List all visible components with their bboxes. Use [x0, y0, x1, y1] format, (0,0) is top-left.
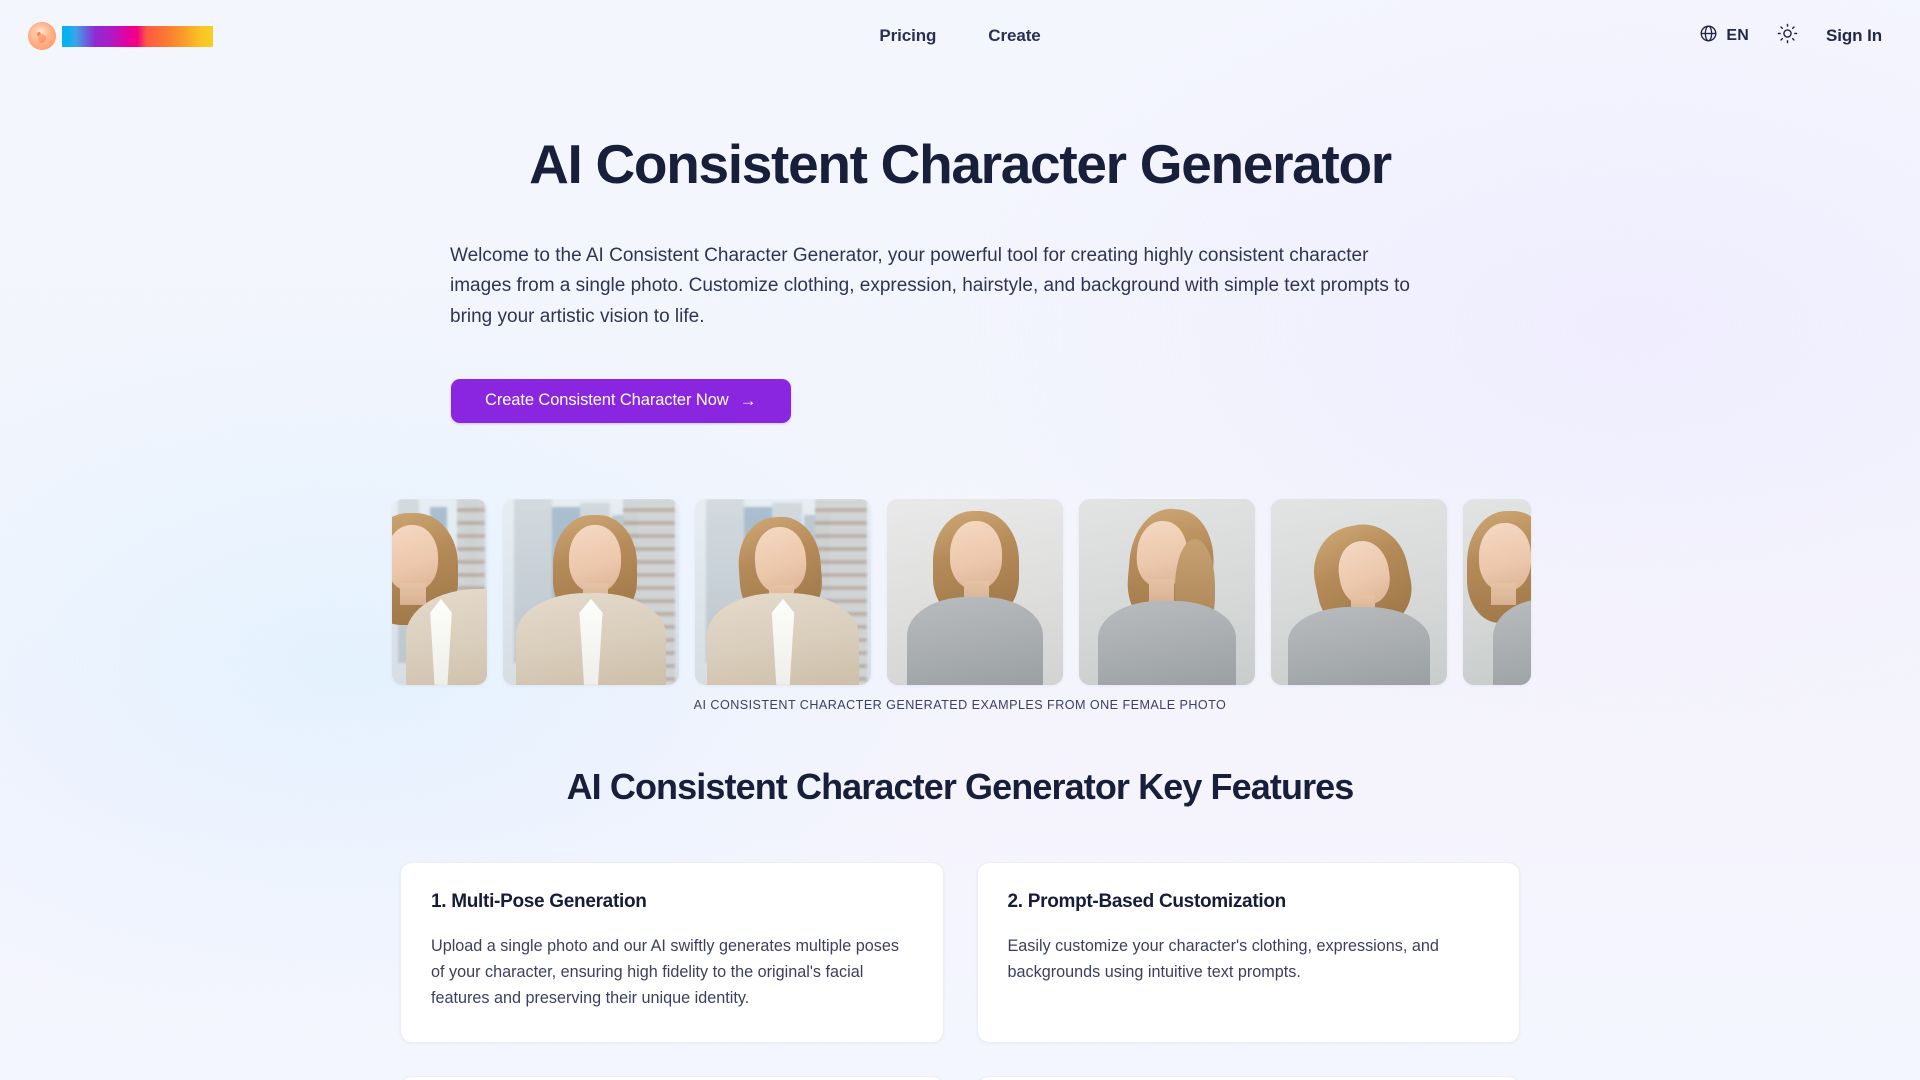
sun-icon	[1777, 23, 1798, 49]
feature-card-multi-pose-generation: 1. Multi-Pose Generation Upload a single…	[400, 861, 944, 1043]
feature-card-body: Upload a single photo and our AI swiftly…	[431, 936, 899, 1008]
features-title: AI Consistent Character Generator Key Fe…	[566, 765, 1355, 807]
character-photo-7[interactable]	[1463, 498, 1531, 685]
brand-logo[interactable]	[28, 22, 213, 50]
hero-subtitle: Welcome to the AI Consistent Character G…	[450, 244, 1410, 328]
theme-toggle-button[interactable]	[1777, 23, 1798, 49]
hero-section: AI Consistent Character Generator Welcom…	[0, 72, 1920, 423]
feature-card-title: 2. Prompt-Based Customization	[1007, 890, 1287, 912]
nav-link-pricing[interactable]: Pricing	[879, 26, 936, 46]
primary-navigation: Pricing Create	[879, 0, 1040, 72]
gallery-caption: AI CONSISTENT CHARACTER GENERATED EXAMPL…	[693, 697, 1227, 712]
character-photo-6[interactable]	[1271, 498, 1447, 685]
feature-card-title: 1. Multi-Pose Generation	[431, 890, 647, 912]
arrow-right-icon: →	[739, 391, 757, 411]
site-header: Pricing Create EN Sign In	[0, 0, 1920, 72]
brand-gradient-bar	[62, 25, 213, 47]
nav-link-create[interactable]: Create	[988, 26, 1040, 46]
character-photo-3[interactable]	[695, 498, 871, 685]
character-photo-1[interactable]	[392, 498, 487, 685]
language-selector[interactable]: EN	[1699, 24, 1749, 48]
character-photo-5[interactable]	[1079, 498, 1255, 685]
key-features-section: AI Consistent Character Generator Key Fe…	[0, 766, 1920, 1080]
peach-logo-icon	[28, 22, 56, 50]
globe-icon	[1699, 24, 1718, 48]
feature-card-partial-3	[400, 1075, 944, 1080]
cta-label: Create Consistent Character Now	[485, 391, 729, 410]
feature-card-body: Easily customize your character's clothi…	[1007, 936, 1439, 982]
language-code: EN	[1726, 27, 1750, 44]
character-photo-4[interactable]	[887, 498, 1063, 685]
character-photo-2[interactable]	[503, 498, 679, 685]
create-consistent-character-button[interactable]: Create Consistent Character Now →	[451, 378, 791, 423]
sign-in-button[interactable]: Sign In	[1826, 26, 1882, 46]
header-actions: EN Sign In	[1699, 23, 1892, 49]
feature-card-partial-4	[976, 1075, 1520, 1080]
example-gallery[interactable]	[0, 498, 1920, 685]
example-gallery-section: AI CONSISTENT CHARACTER GENERATED EXAMPL…	[0, 498, 1920, 712]
feature-card-prompt-based-customization: 2. Prompt-Based Customization Easily cus…	[976, 861, 1520, 1043]
feature-card-grid: 1. Multi-Pose Generation Upload a single…	[400, 861, 1520, 1080]
page-title: AI Consistent Character Generator	[529, 133, 1392, 195]
